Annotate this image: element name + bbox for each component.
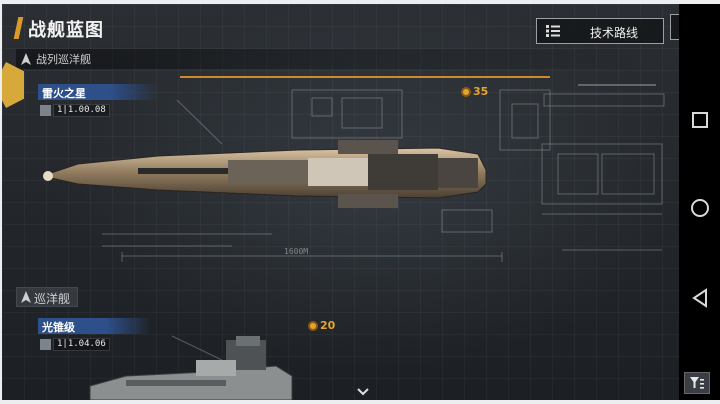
selection-underline — [180, 76, 550, 78]
ship-class-icon — [21, 291, 31, 303]
ship-stat-row: 1|1.00.08 — [40, 104, 110, 117]
blueprint-length-label: 1600M — [284, 247, 309, 256]
category-bar-battlecruiser — [16, 49, 679, 69]
ship-class-icon — [21, 53, 31, 65]
ship-name-light-cone[interactable]: 光锥级 — [42, 319, 75, 335]
category-label-battlecruiser: 战列巡洋舰 — [36, 53, 91, 66]
circle-icon — [691, 199, 709, 217]
battlecruiser-ship-model[interactable] — [38, 134, 498, 214]
category-label-cruiser: 巡洋舰 — [34, 292, 71, 306]
stat-icon — [40, 105, 51, 116]
ship-stat-value: 1|1.00.08 — [53, 104, 110, 117]
tech-route-button[interactable]: 技术路线 — [536, 18, 664, 44]
bezel-bottom — [0, 400, 720, 404]
ship-cost: 35 — [461, 85, 488, 98]
nav-home-button[interactable] — [688, 196, 712, 220]
ship-cost-value: 20 — [320, 319, 336, 332]
square-icon — [692, 112, 708, 128]
ship-name-thunderfire-star[interactable]: 雷火之星 — [42, 85, 86, 101]
divider-line — [578, 84, 656, 86]
filter-button[interactable] — [684, 372, 710, 394]
chevron-down-icon[interactable] — [357, 388, 369, 396]
coin-icon — [461, 86, 471, 97]
game-viewport: 1600M 战舰蓝图 技术路线 战列巡洋舰 雷火之星 1|1.00.08 35 — [2, 4, 679, 400]
cruiser-ship-model[interactable] — [86, 336, 296, 400]
nav-back-button[interactable] — [688, 286, 712, 310]
stat-icon — [40, 339, 51, 350]
ship-cost: 20 — [308, 319, 335, 332]
filter-icon — [690, 377, 704, 389]
triangle-back-icon — [692, 288, 707, 308]
ship-cost-value: 35 — [473, 85, 489, 98]
page-title: 战舰蓝图 — [28, 20, 104, 41]
nav-recents-button[interactable] — [688, 108, 712, 132]
system-nav-bar — [679, 4, 720, 400]
coin-icon — [308, 320, 318, 331]
tech-route-label: 技术路线 — [589, 26, 638, 40]
